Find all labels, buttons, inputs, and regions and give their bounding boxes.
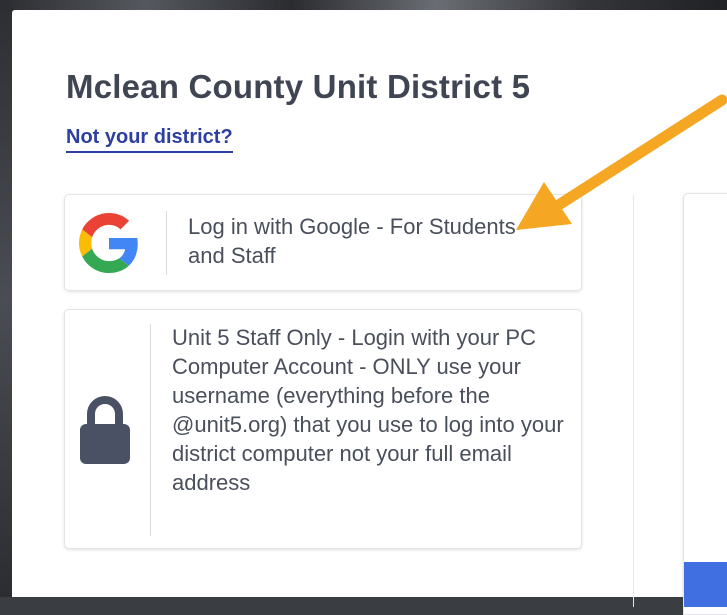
lock-icon xyxy=(75,390,135,470)
staff-login-button[interactable]: Unit 5 Staff Only - Login with your PC C… xyxy=(64,309,582,549)
column-separator xyxy=(633,195,634,607)
background-strip-top xyxy=(0,0,727,10)
not-your-district-link[interactable]: Not your district? xyxy=(66,126,233,153)
annotation-arrow-icon xyxy=(516,94,727,230)
staff-login-label: Unit 5 Staff Only - Login with your PC C… xyxy=(172,325,564,495)
background-strip-left xyxy=(0,0,12,597)
secondary-login-button[interactable] xyxy=(684,562,727,607)
google-login-label: Log in with Google - For Students and St… xyxy=(188,214,516,268)
google-g-icon xyxy=(77,211,141,275)
google-card-divider xyxy=(166,211,167,275)
district-title: Mclean County Unit District 5 xyxy=(66,68,531,105)
secondary-login-card xyxy=(683,193,727,615)
staff-card-divider xyxy=(150,324,151,536)
